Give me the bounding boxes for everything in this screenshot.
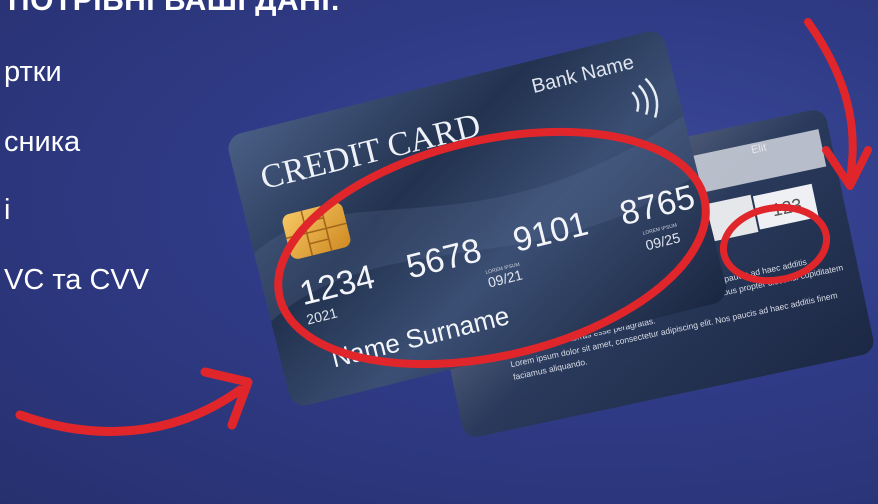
credit-card-illustration: Elit 123 Lorem ipsum dolor sit amet, con… [15, 18, 874, 437]
arrow-icon [15, 385, 245, 436]
